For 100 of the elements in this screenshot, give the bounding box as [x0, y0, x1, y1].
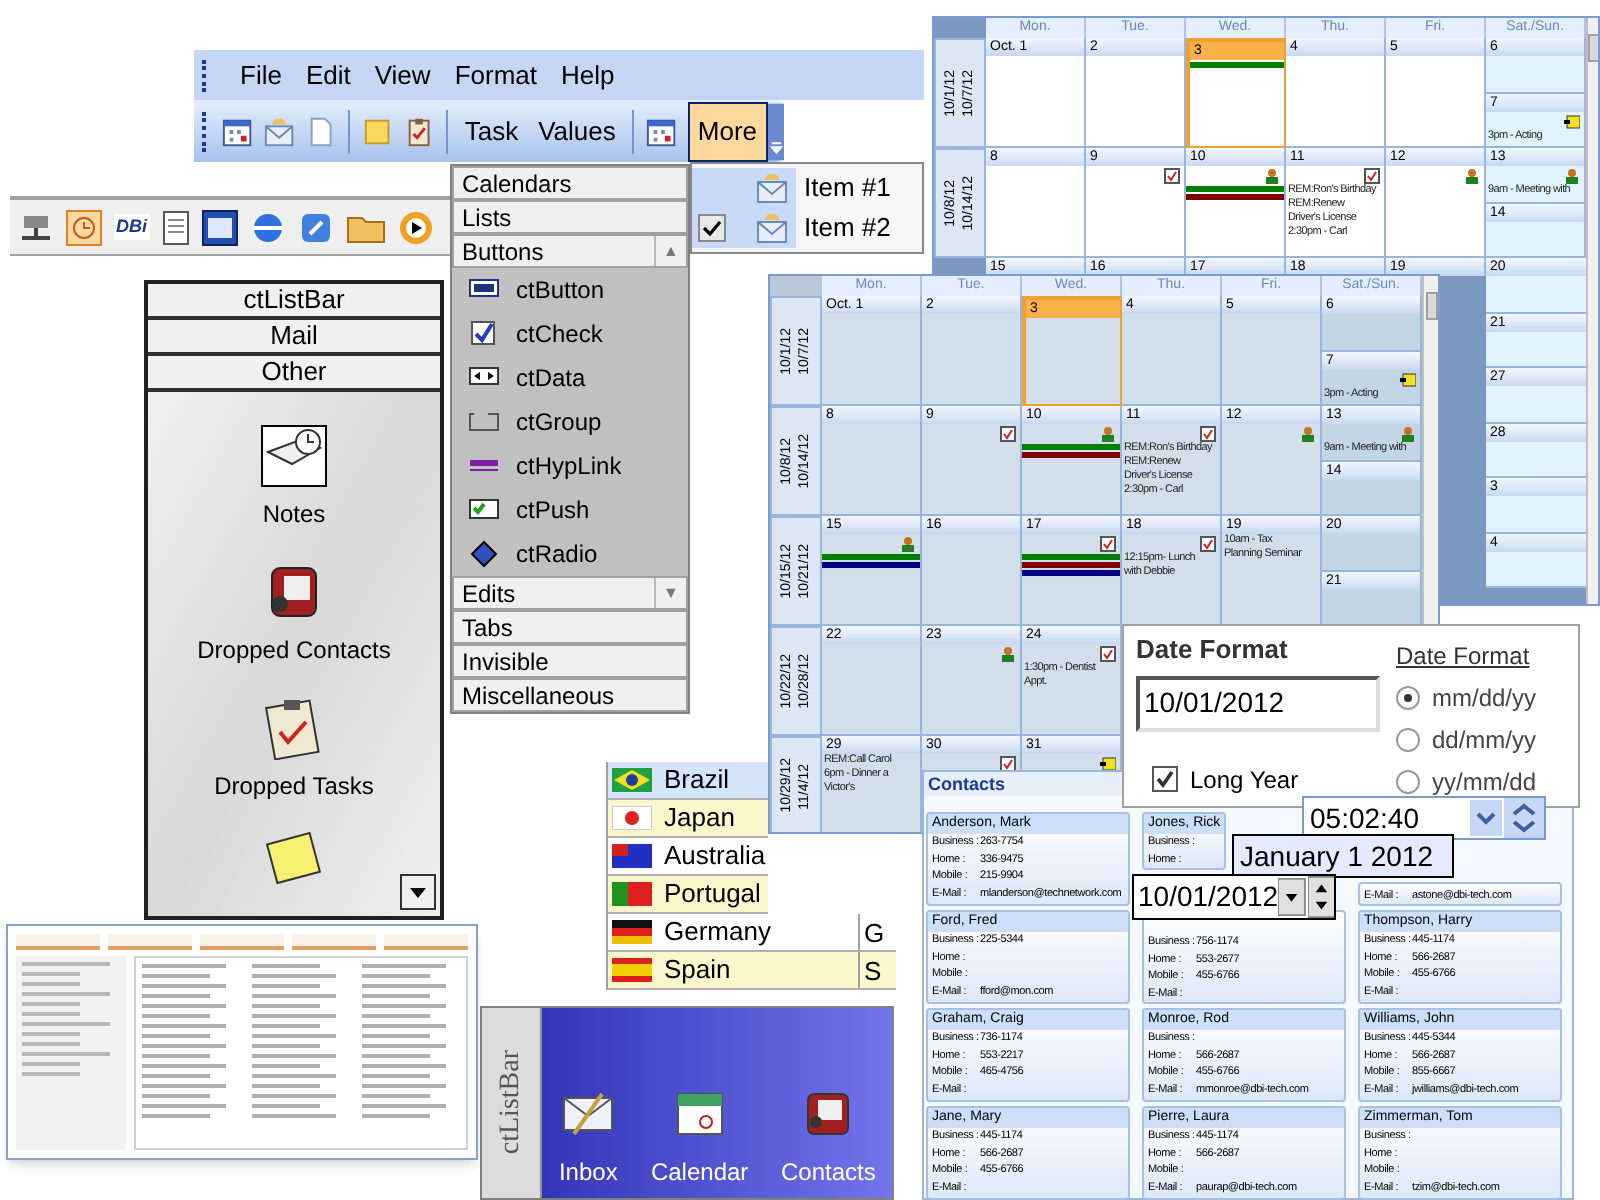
calendar-icon[interactable] — [222, 115, 253, 147]
radio-label: yy/mm/dd — [1432, 766, 1537, 800]
group-frame-icon — [468, 408, 500, 436]
list-bar-item[interactable]: Calendar — [650, 1154, 749, 1190]
group-header[interactable]: Edits — [462, 575, 654, 611]
scrollbar[interactable] — [1586, 18, 1598, 604]
list-item[interactable]: ctButton — [452, 268, 688, 312]
calendar-icon[interactable] — [645, 115, 676, 147]
scroll-arrow-button[interactable]: ▼ — [654, 578, 686, 608]
country-name: Australia — [664, 838, 768, 875]
notebook-icon[interactable] — [260, 424, 328, 488]
checkmark-icon — [1156, 770, 1174, 788]
clock-icon[interactable] — [66, 209, 102, 245]
list-bar-item[interactable]: Contacts — [780, 1154, 876, 1190]
push-button-icon — [468, 496, 500, 524]
radio-button[interactable] — [1396, 728, 1420, 752]
list-row[interactable]: Japan — [608, 800, 768, 838]
date-field[interactable]: 10/01/2012 — [1132, 874, 1336, 920]
person-icon — [1300, 426, 1316, 442]
task-icon — [1000, 426, 1016, 442]
edit-icon[interactable] — [297, 209, 333, 245]
grip-handle[interactable] — [202, 59, 206, 91]
group-button[interactable]: Other — [148, 356, 440, 392]
grip-handle[interactable] — [202, 111, 206, 151]
scroll-arrow-button[interactable]: ▲ — [654, 236, 686, 266]
group-button[interactable]: ctListBar — [148, 284, 440, 320]
notepad-icon[interactable] — [161, 209, 189, 245]
envelope-icon — [756, 172, 788, 204]
date-input[interactable]: 10/01/2012 — [1136, 675, 1380, 731]
toolbar-button[interactable]: Task — [460, 107, 523, 155]
list-item[interactable]: ctHypLink — [452, 444, 688, 488]
person-icon — [900, 536, 916, 552]
radio-button[interactable] — [1396, 770, 1420, 794]
group-title: Date Format — [1396, 640, 1532, 674]
envelope-icon — [756, 212, 788, 244]
radio-label: mm/dd/yy — [1432, 682, 1537, 716]
checkbox-icon — [698, 214, 726, 242]
table-cell: S — [858, 952, 896, 988]
time-field[interactable]: 05:02:40 — [1302, 796, 1546, 840]
task-icon — [1100, 536, 1116, 552]
item-label: Dropped Tasks — [214, 770, 374, 804]
logo[interactable]: DBi — [114, 213, 149, 241]
scroll-down-button[interactable] — [400, 874, 436, 910]
flag-icon — [612, 768, 652, 792]
flag-icon — [612, 920, 652, 944]
document-icon[interactable] — [201, 209, 237, 245]
menu-item[interactable]: File — [238, 55, 284, 95]
flag-icon — [612, 806, 652, 830]
list-item[interactable]: ctData — [452, 356, 688, 400]
menu-item[interactable]: Item #2 — [692, 208, 922, 248]
menu-item[interactable]: View — [372, 55, 433, 95]
flag-icon — [612, 844, 652, 868]
menu-item[interactable]: Item #1 — [692, 168, 922, 208]
chevron-down-icon[interactable] — [1470, 800, 1502, 836]
person-icon — [1000, 646, 1016, 662]
task-icon — [1100, 646, 1116, 662]
list-row[interactable]: Spain S — [608, 952, 896, 990]
item-label: Notes — [262, 498, 326, 532]
item-label: Dropped Contacts — [197, 634, 391, 668]
globe-icon[interactable] — [249, 209, 285, 245]
toolbar-button[interactable]: Values — [534, 107, 620, 155]
person-icon — [1100, 426, 1116, 442]
table-cell: G — [858, 914, 896, 950]
country-name: Japan — [664, 800, 737, 837]
clipboard-icon[interactable] — [404, 115, 435, 147]
menu-item[interactable]: Help — [558, 55, 617, 95]
list-row[interactable]: Australia — [608, 838, 768, 876]
list-bar-item[interactable]: Inbox — [558, 1154, 618, 1190]
date-field[interactable]: January 1 2012 — [1232, 834, 1454, 878]
list-row[interactable]: Brazil — [608, 762, 768, 800]
list-item[interactable]: ctPush — [452, 488, 688, 532]
group-button[interactable]: Mail — [148, 320, 440, 356]
list-row[interactable]: Germany G — [608, 914, 896, 952]
country-name: Germany — [664, 914, 773, 951]
radio-icon — [468, 540, 500, 568]
dropdown-arrow-icon[interactable] — [1278, 878, 1306, 916]
folder-icon[interactable] — [345, 211, 385, 243]
list-item[interactable]: ctCheck — [452, 312, 688, 356]
menu-item[interactable]: Format — [452, 55, 539, 95]
list-item[interactable]: ctRadio — [452, 532, 688, 576]
note-icon — [1400, 371, 1416, 387]
task-icon — [1164, 168, 1180, 184]
toolbar-button[interactable]: More — [687, 101, 768, 161]
person-icon — [1464, 168, 1480, 184]
group-header[interactable]: Buttons — [462, 233, 654, 269]
flag-icon — [612, 882, 652, 906]
task-icon — [1364, 168, 1380, 184]
radio-button[interactable] — [1396, 686, 1420, 710]
network-icon[interactable] — [18, 211, 54, 243]
person-icon — [1564, 168, 1580, 184]
task-icon — [1200, 426, 1216, 442]
country-name: Portugal — [664, 876, 763, 913]
checkbox[interactable] — [1152, 766, 1178, 792]
list-item[interactable]: ctGroup — [452, 400, 688, 444]
spin-arrows-icon[interactable] — [1307, 876, 1334, 918]
menu-item[interactable]: Edit — [303, 55, 353, 95]
page-icon[interactable] — [306, 115, 337, 147]
list-row[interactable]: Portugal — [608, 876, 768, 914]
play-icon[interactable] — [397, 209, 433, 245]
country-name: Spain — [664, 952, 733, 989]
